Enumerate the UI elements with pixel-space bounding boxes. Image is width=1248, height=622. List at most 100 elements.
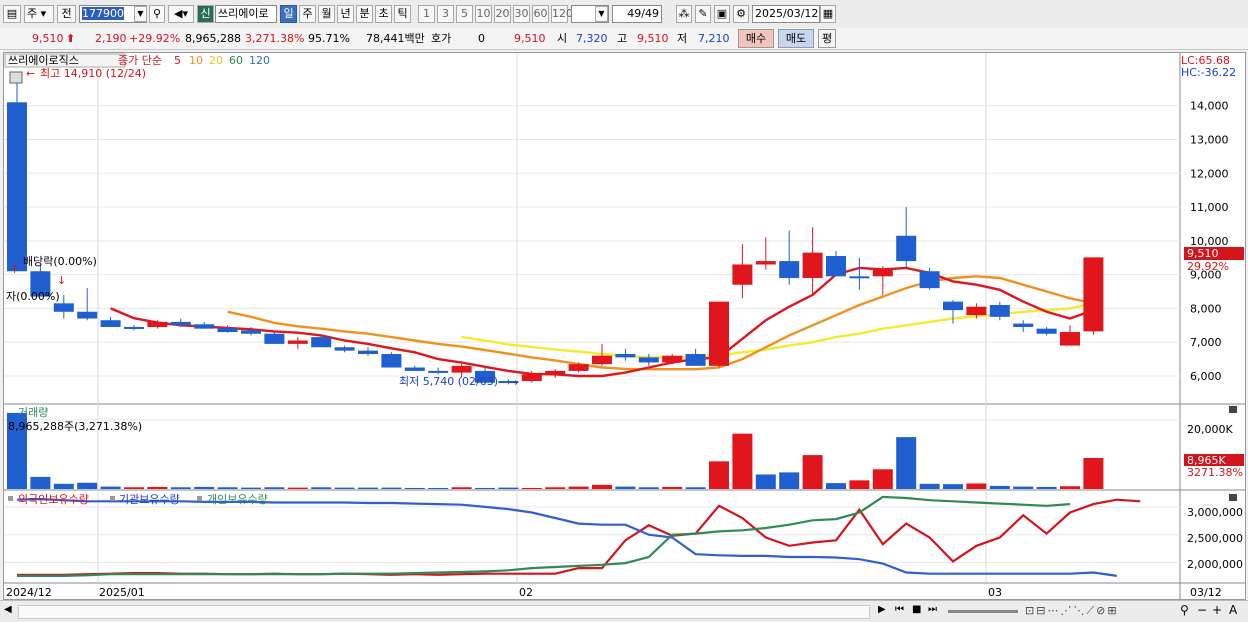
ma10-label: 10 [189,54,203,67]
volume-bar [1036,486,1057,489]
quote-row: 9,510 ⬆ 2,190 +29.92% 8,965,288 3,271.38… [0,28,1248,50]
volume-bar [194,486,215,489]
volume-pct: 3,271.38% [245,32,305,45]
volume-bar [685,487,706,489]
volume-bar [1013,486,1034,489]
low-annotation: 최저 5,740 (02/03) [399,375,498,388]
hc-label: HC:-36.22 [1181,66,1236,79]
page-count-field[interactable]: 49/49 [612,5,662,23]
period-button[interactable]: 틱 [394,5,411,23]
volume-bar [826,483,846,489]
save-icon[interactable]: ▣ [714,5,730,23]
mode-button[interactable]: 전 [57,5,76,23]
candle-body [428,370,449,373]
sell-button[interactable]: 매도 [778,29,814,48]
holding-panel-close-icon[interactable] [1229,494,1237,501]
stop-icon[interactable]: ■ [912,604,921,615]
volume-bar [358,487,378,489]
price-axis-tick: 6,000 [1190,370,1222,383]
legend-individual: 개인보유수량 [207,493,268,506]
new-badge: 신 [197,5,214,23]
high-price: 9,510 [637,32,669,45]
volume-bar [638,487,659,489]
candle-body [170,321,191,326]
candle-body [217,327,238,333]
candle-body [287,340,308,344]
volume-bar [943,484,963,489]
interval-button[interactable]: 10 [475,5,492,23]
jump-end-icon[interactable]: ⏭ [928,604,937,615]
period-button[interactable]: 년 [337,5,354,23]
hoga-price: 9,510 [514,32,546,45]
plus-icon[interactable]: + [1212,603,1222,617]
drawing-tools-icon[interactable]: ⊡⊟⋯⋰⋱⟋⊘⊞ [1025,604,1119,618]
scroll-left-icon[interactable]: ◀ [4,604,12,615]
date-label: 2025/01 [99,586,145,599]
zoom-slider[interactable] [948,610,1018,613]
volume-bar [381,487,402,489]
interval-button[interactable]: 1 [418,5,435,23]
holding-axis-tick: 3,000,000 [1187,506,1243,519]
volume-bar [896,437,917,489]
period-button[interactable]: 분 [356,5,373,23]
stock-chart[interactable]: 14,00013,00012,00011,00010,0009,0008,000… [4,53,1245,599]
volume-panel-close-icon[interactable] [1229,406,1237,413]
volume-bar [264,487,285,489]
search-icon[interactable]: ⚲ [149,5,165,23]
speaker-icon[interactable]: ◀▾ [168,5,194,23]
interval-button[interactable]: 5 [456,5,473,23]
date-field[interactable]: 2025/03/12 [752,5,820,23]
ma120-label: 120 [249,54,270,67]
buy-button[interactable]: 매수 [738,29,774,48]
zoom-icon[interactable]: ⚲ [1180,603,1189,617]
interval-button[interactable]: 20 [494,5,511,23]
volume-bar [755,474,776,489]
chart-area[interactable]: 14,000 13,000 12,000 11,000 10,000 9,000 8,000… [3,52,1246,600]
drawing-icon[interactable]: ✎ [695,5,711,23]
eval-button[interactable]: 평 [818,29,836,48]
candle-body [53,303,74,312]
minus-icon[interactable]: − [1197,603,1207,617]
volume-bar [475,487,495,489]
candle-body [896,235,917,262]
horizontal-scrollbar[interactable] [18,605,870,619]
font-size-icon[interactable]: A [1229,603,1237,617]
jump-start-icon[interactable]: ⏮ [895,604,904,615]
candle-body [264,333,285,344]
price-axis-tick: 10,000 [1190,235,1229,248]
price-axis-tick: 7,000 [1190,336,1222,349]
price-axis-tick: 14,000 [1190,100,1229,113]
gear-icon[interactable]: ⚙ [733,5,749,23]
candle-body [545,370,566,375]
volume-bar [1083,457,1104,489]
candle-body [966,306,987,316]
volume-bar [77,482,98,489]
holding-series-line [17,498,1141,576]
volume-bar [615,486,636,489]
chart-stock-name: 쓰리에이로직스 [8,54,79,67]
calendar-icon[interactable]: ▦ [820,5,836,23]
link-icon[interactable]: ⁂ [676,5,692,23]
market-select[interactable]: 주 ▾ [24,5,54,23]
chart-menu-icon[interactable]: ▤ [3,5,21,23]
holding-panel [4,495,1180,577]
code-dropdown-icon[interactable]: ▼ [134,6,147,22]
scroll-right-icon[interactable]: ▶ [878,604,886,615]
candle-body [77,311,98,319]
period-button[interactable]: 초 [375,5,392,23]
interval-button[interactable]: 3 [437,5,454,23]
interval-dropdown-icon[interactable]: ▼ [595,6,608,22]
period-button[interactable]: 월 [318,5,335,23]
volume-bar [966,483,987,489]
interval-button[interactable]: 60 [532,5,549,23]
stock-name-field[interactable]: 쓰리에이로 [215,5,277,23]
high-label: 고 [617,32,628,45]
candle-body [615,354,636,358]
period-button[interactable]: 일 [280,5,297,23]
period-button[interactable]: 주 [299,5,316,23]
holding-axis-tick: 2,000,000 [1187,558,1243,571]
interval-button[interactable]: 30 [513,5,530,23]
volume-bar [124,487,144,489]
volume-bar [802,455,823,489]
interval-button[interactable]: 120 [551,5,573,23]
